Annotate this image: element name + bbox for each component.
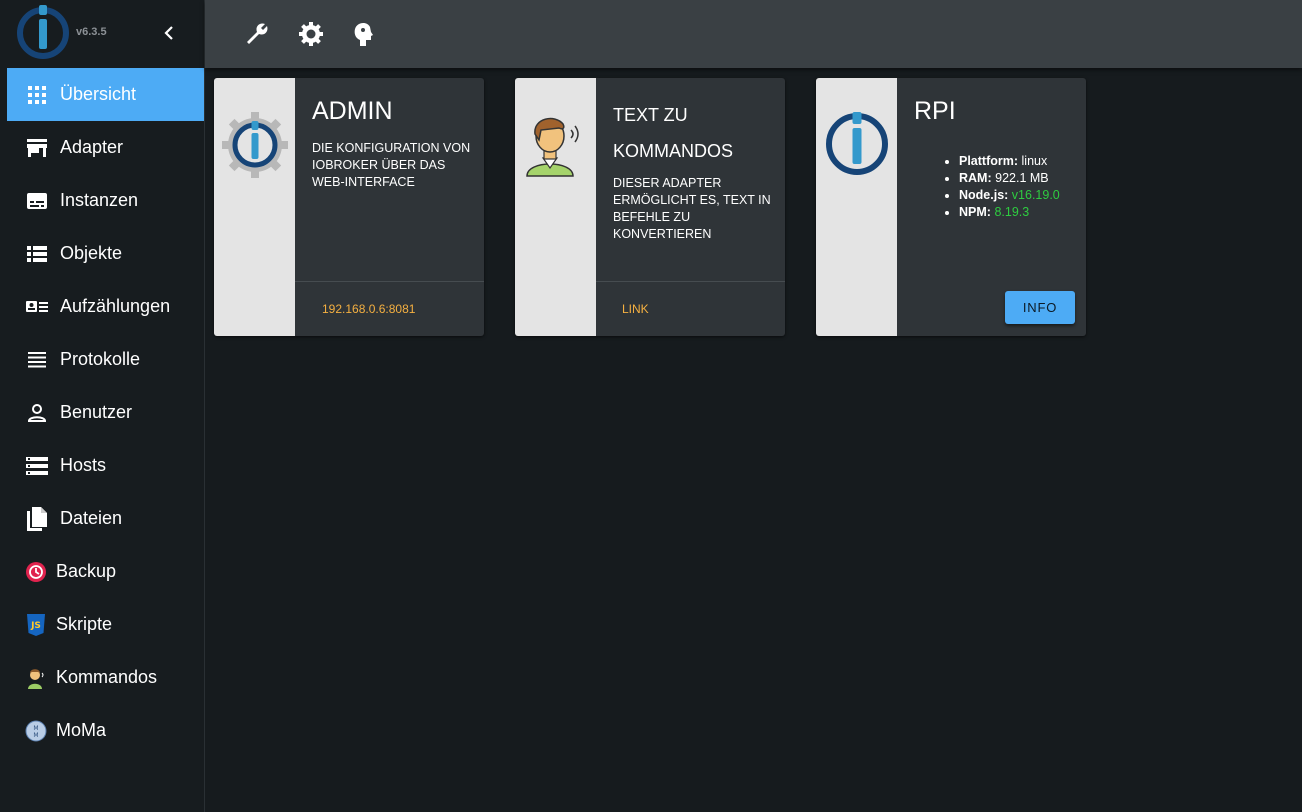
info-label: Node.js: <box>959 188 1009 202</box>
card-description: Dieser Adapter ermöglicht es, Text in Be… <box>613 176 771 241</box>
sidebar-item-skripte[interactable]: JS Skripte <box>0 598 204 651</box>
card-title-line1: TEXT ZU <box>613 105 688 125</box>
sidebar-header: v6.3.5 <box>0 0 204 68</box>
chevron-left-icon[interactable] <box>158 22 180 44</box>
sidebar-item-label: Hosts <box>60 455 107 475</box>
svg-text:M: M <box>33 725 38 732</box>
sidebar-item-label: Instanzen <box>60 190 139 210</box>
iobroker-logo-icon <box>824 110 888 175</box>
javascript-icon: JS <box>25 613 47 636</box>
info-label: Plattform: <box>959 154 1019 168</box>
host-info-node: Node.js: v16.19.0 <box>959 187 1060 204</box>
sidebar-item-adapter[interactable]: Adapter <box>0 121 204 174</box>
info-value: linux <box>1021 154 1048 168</box>
card-divider <box>596 281 785 282</box>
sidebar-item-hosts[interactable]: Hosts <box>0 439 204 492</box>
lines-icon <box>26 349 48 371</box>
sidebar-item-backup[interactable]: Backup <box>0 545 204 598</box>
info-label: NPM: <box>959 205 991 219</box>
sidebar-item-label: Backup <box>56 561 117 581</box>
files-icon <box>26 506 48 531</box>
storage-icon <box>26 455 48 477</box>
card-text-zu-kommandos: TEXT ZU KOMMANDOS Dieser Adapter ermögli… <box>515 78 785 336</box>
store-icon <box>26 137 48 159</box>
host-info-list: Plattform: linux RAM: 922.1 MB Node.js: … <box>959 153 1060 221</box>
sidebar-item-uebersicht[interactable]: Übersicht <box>7 68 204 121</box>
sidebar-item-label: MoMa <box>56 720 107 740</box>
speaker-person-icon <box>25 667 47 689</box>
sidebar-item-label: Dateien <box>60 508 123 528</box>
info-value: 922.1 MB <box>995 171 1049 185</box>
moma-icon: M M <box>25 720 47 742</box>
svg-text:M: M <box>33 732 38 739</box>
card-title-line2: KOMMANDOS <box>613 141 734 161</box>
card-link[interactable]: LINK <box>622 302 649 316</box>
card-host-rpi: RPI Plattform: linux RAM: 922.1 MB Node.… <box>816 78 1086 336</box>
admin-gear-logo-icon <box>222 112 288 178</box>
sidebar-item-instanzen[interactable]: Instanzen <box>0 174 204 227</box>
svg-text:JS: JS <box>30 621 41 631</box>
sidebar-item-benutzer[interactable]: Benutzer <box>0 386 204 439</box>
sidebar-item-label: Übersicht <box>60 84 137 104</box>
wrench-icon[interactable] <box>243 20 271 48</box>
card-image-area <box>515 78 596 336</box>
sidebar: v6.3.5 Übersicht Adapter Instanzen Objek… <box>0 0 205 812</box>
sidebar-item-label: Skripte <box>56 614 113 634</box>
list-icon <box>26 243 48 265</box>
iobroker-logo-icon[interactable] <box>16 5 72 61</box>
card-description: Die Konfiguration von ioBroker über das … <box>312 141 471 189</box>
subtitles-icon <box>26 190 48 212</box>
version-label: v6.3.5 <box>76 26 107 38</box>
sidebar-item-label: Aufzählungen <box>60 296 171 316</box>
sidebar-item-label: Protokolle <box>60 349 141 369</box>
card-admin: ADMIN Die Konfiguration von ioBroker übe… <box>214 78 484 336</box>
host-info-platform: Plattform: linux <box>959 153 1060 170</box>
card-title: ADMIN <box>312 97 393 125</box>
host-info-ram: RAM: 922.1 MB <box>959 170 1060 187</box>
head-icon[interactable] <box>349 20 377 48</box>
enum-icon <box>26 296 48 318</box>
person-icon <box>26 402 48 424</box>
sidebar-item-kommandos[interactable]: Kommandos <box>0 651 204 704</box>
sidebar-item-protokolle[interactable]: Protokolle <box>0 333 204 386</box>
sidebar-item-label: Adapter <box>60 137 124 157</box>
sidebar-item-label: Benutzer <box>60 402 133 422</box>
host-info-npm: NPM: 8.19.3 <box>959 204 1060 221</box>
top-toolbar <box>205 0 1302 68</box>
sidebar-item-dateien[interactable]: Dateien <box>0 492 204 545</box>
sidebar-item-label: Objekte <box>60 243 123 263</box>
info-value: 8.19.3 <box>994 205 1030 219</box>
gear-icon[interactable] <box>297 20 325 48</box>
speaking-person-icon <box>521 112 585 177</box>
info-value: v16.19.0 <box>1011 188 1060 202</box>
card-divider <box>295 281 484 282</box>
info-button[interactable]: INFO <box>1005 291 1075 324</box>
card-image-area <box>816 78 897 336</box>
sidebar-item-moma[interactable]: M M MoMa <box>0 704 204 757</box>
card-link[interactable]: 192.168.0.6:8081 <box>322 302 415 316</box>
sidebar-nav: Übersicht Adapter Instanzen Objekte Aufz… <box>0 68 204 757</box>
info-label: RAM: <box>959 171 992 185</box>
sidebar-item-objekte[interactable]: Objekte <box>0 227 204 280</box>
card-image-area <box>214 78 295 336</box>
backup-icon <box>25 561 47 583</box>
sidebar-item-aufzaehlungen[interactable]: Aufzählungen <box>0 280 204 333</box>
sidebar-item-label: Kommandos <box>56 667 158 687</box>
grid-icon <box>26 84 48 106</box>
card-title: RPI <box>914 97 956 125</box>
